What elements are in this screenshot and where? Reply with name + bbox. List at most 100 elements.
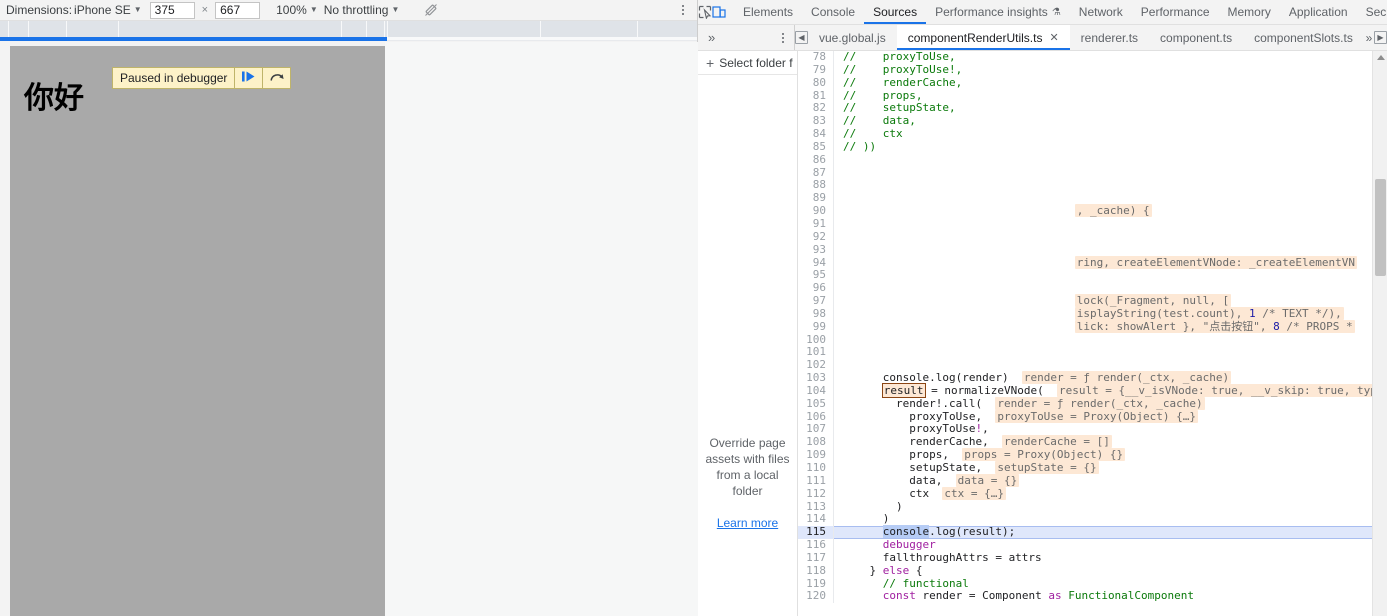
line-number[interactable]: 80 <box>798 76 834 90</box>
code-line[interactable]: 86 <box>798 153 1387 167</box>
step-over-button[interactable] <box>262 68 290 88</box>
rotate-device-icon[interactable] <box>423 2 439 18</box>
line-content: fallthroughAttrs = attrs <box>843 550 1042 564</box>
tab-application[interactable]: Application <box>1280 0 1357 24</box>
code-line[interactable]: 91 <box>798 217 1387 231</box>
viewport-width-input[interactable] <box>149 1 195 19</box>
code-line[interactable]: 105 render!.call( render = ƒ render(_ctx… <box>798 396 1387 411</box>
line-number[interactable]: 86 <box>798 153 834 167</box>
navigator-controls: » <box>698 25 794 50</box>
toggle-device-toolbar-icon[interactable] <box>712 0 726 24</box>
zoom-selector[interactable]: 100% ▼ <box>276 0 324 20</box>
tab-performance[interactable]: Performance <box>1132 0 1219 24</box>
code-line[interactable]: 100 <box>798 333 1387 347</box>
tab-sources[interactable]: Sources <box>864 0 927 24</box>
tab-label: Performance insights <box>935 5 1048 19</box>
code-line[interactable]: 94 ring, createElementVNode: _createElem… <box>798 255 1387 270</box>
line-number[interactable]: 112 <box>798 487 834 501</box>
line-number[interactable]: 105 <box>798 397 834 411</box>
line-number[interactable]: 104 <box>798 384 834 398</box>
code-line[interactable]: 84// ctx <box>798 127 1387 141</box>
code-line[interactable]: 87 <box>798 166 1387 180</box>
code-line[interactable]: 110 setupState, setupState = {} <box>798 461 1387 475</box>
select-folder-label: Select folder f <box>719 55 793 70</box>
dimension-separator: × <box>201 4 209 16</box>
chevron-double-right-icon[interactable]: » <box>698 30 715 45</box>
line-number[interactable]: 85 <box>798 140 834 154</box>
code-line[interactable]: 116 debugger <box>798 538 1387 552</box>
line-number[interactable]: 110 <box>798 461 834 475</box>
file-tab-vue-global-js[interactable]: vue.global.js <box>808 25 897 50</box>
file-tabs-overflow-icon[interactable]: » <box>1364 25 1374 50</box>
inspect-element-icon[interactable] <box>698 0 712 24</box>
file-tab-component-ts[interactable]: component.ts <box>1149 25 1243 50</box>
tab-elements[interactable]: Elements <box>734 0 802 24</box>
code-line[interactable]: 99 lick: showAlert }, "点击按钮", 8 /* PROPS… <box>798 319 1387 334</box>
overrides-description: Override page assets with files from a l… <box>705 436 790 498</box>
dimensions-selector[interactable]: Dimensions: iPhone SE ▼ <box>6 0 148 20</box>
file-tab-componentslots-ts[interactable]: componentSlots.ts <box>1243 25 1364 50</box>
more-tabs-icon[interactable] <box>782 32 784 44</box>
line-number[interactable]: 111 <box>798 474 834 488</box>
file-tab-componentrenderutils-ts[interactable]: componentRenderUtils.ts ✕ <box>896 25 1070 50</box>
tab-network[interactable]: Network <box>1070 0 1132 24</box>
line-content: setupState, setupState = {} <box>843 461 1099 474</box>
rendered-page-viewport[interactable]: 你好 <box>10 46 385 616</box>
scrollbar-thumb[interactable] <box>1375 179 1386 276</box>
line-number[interactable]: 92 <box>798 230 834 244</box>
line-number[interactable]: 91 <box>798 217 834 231</box>
tab-security[interactable]: Secur <box>1357 0 1387 24</box>
line-content: render!.call( render = ƒ render(_ctx, _c… <box>843 396 1205 410</box>
code-line[interactable]: 101 <box>798 346 1387 360</box>
resume-script-button[interactable] <box>234 68 262 88</box>
code-line[interactable]: 120 const render = Component as Function… <box>798 590 1387 604</box>
previous-tab-icon[interactable]: ◀ <box>795 25 808 50</box>
line-number[interactable]: 120 <box>798 590 834 604</box>
line-number[interactable]: 98 <box>798 307 834 321</box>
code-line[interactable]: 92 <box>798 230 1387 244</box>
next-tab-icon[interactable]: ▶ <box>1374 25 1387 50</box>
step-over-icon <box>269 70 285 86</box>
tab-memory[interactable]: Memory <box>1219 0 1280 24</box>
tab-performance-insights[interactable]: Performance insights ⚗ <box>926 0 1070 24</box>
line-number[interactable]: 99 <box>798 320 834 334</box>
device-toolbar: Dimensions: iPhone SE ▼ × 100% ▼ No thro… <box>0 0 697 21</box>
file-tab-renderer-ts[interactable]: renderer.ts <box>1070 25 1149 50</box>
close-icon[interactable]: ✕ <box>1049 31 1058 44</box>
line-number[interactable]: 103 <box>798 371 834 385</box>
code-line[interactable]: 85 // )) <box>798 140 1387 154</box>
code-line[interactable]: 88 <box>798 179 1387 193</box>
line-number[interactable]: 79 <box>798 63 834 77</box>
tab-label: Console <box>811 5 856 19</box>
devtools-panel: Elements Console Sources Performance ins… <box>698 0 1387 616</box>
code-line[interactable]: 95 <box>798 268 1387 283</box>
editor-vertical-scrollbar[interactable] <box>1372 51 1387 616</box>
device-emulation-pane: Dimensions: iPhone SE ▼ × 100% ▼ No thro… <box>0 0 698 616</box>
code-line[interactable]: 104 result = normalizeVNode( result = {_… <box>798 382 1387 398</box>
line-number[interactable]: 116 <box>798 538 834 552</box>
line-number[interactable]: 97 <box>798 294 834 308</box>
line-number[interactable]: 117 <box>798 551 834 565</box>
device-more-options-icon[interactable] <box>675 2 691 18</box>
scroll-up-icon[interactable] <box>1377 55 1385 60</box>
viewport-height-input[interactable] <box>215 1 261 19</box>
tab-console[interactable]: Console <box>802 0 864 24</box>
throttling-selector[interactable]: No throttling ▼ <box>324 0 406 20</box>
line-content: debugger <box>882 538 936 552</box>
code-line[interactable]: 111 data, data = {} <box>798 473 1387 488</box>
device-backdrop <box>385 42 698 616</box>
select-folder-button[interactable]: + Select folder f <box>698 51 797 75</box>
learn-more-link[interactable]: Learn more <box>698 515 797 531</box>
line-content <box>834 231 850 244</box>
code-line[interactable]: 112 ctx ctx = {…} <box>798 486 1387 501</box>
tab-label: Network <box>1078 5 1123 19</box>
chevron-down-icon: ▼ <box>133 5 142 14</box>
line-content <box>834 218 850 231</box>
line-number[interactable]: 78 <box>798 51 834 64</box>
code-editor[interactable]: 78// proxyToUse, 79// proxyToUse!, 80// re… <box>798 51 1387 616</box>
line-number[interactable]: 84 <box>798 127 834 141</box>
tab-label: Memory <box>1227 5 1271 19</box>
line-number[interactable]: 93 <box>798 243 834 257</box>
code-line[interactable]: 90 , _cache) { <box>798 204 1387 218</box>
line-number[interactable]: 118 <box>798 564 834 578</box>
